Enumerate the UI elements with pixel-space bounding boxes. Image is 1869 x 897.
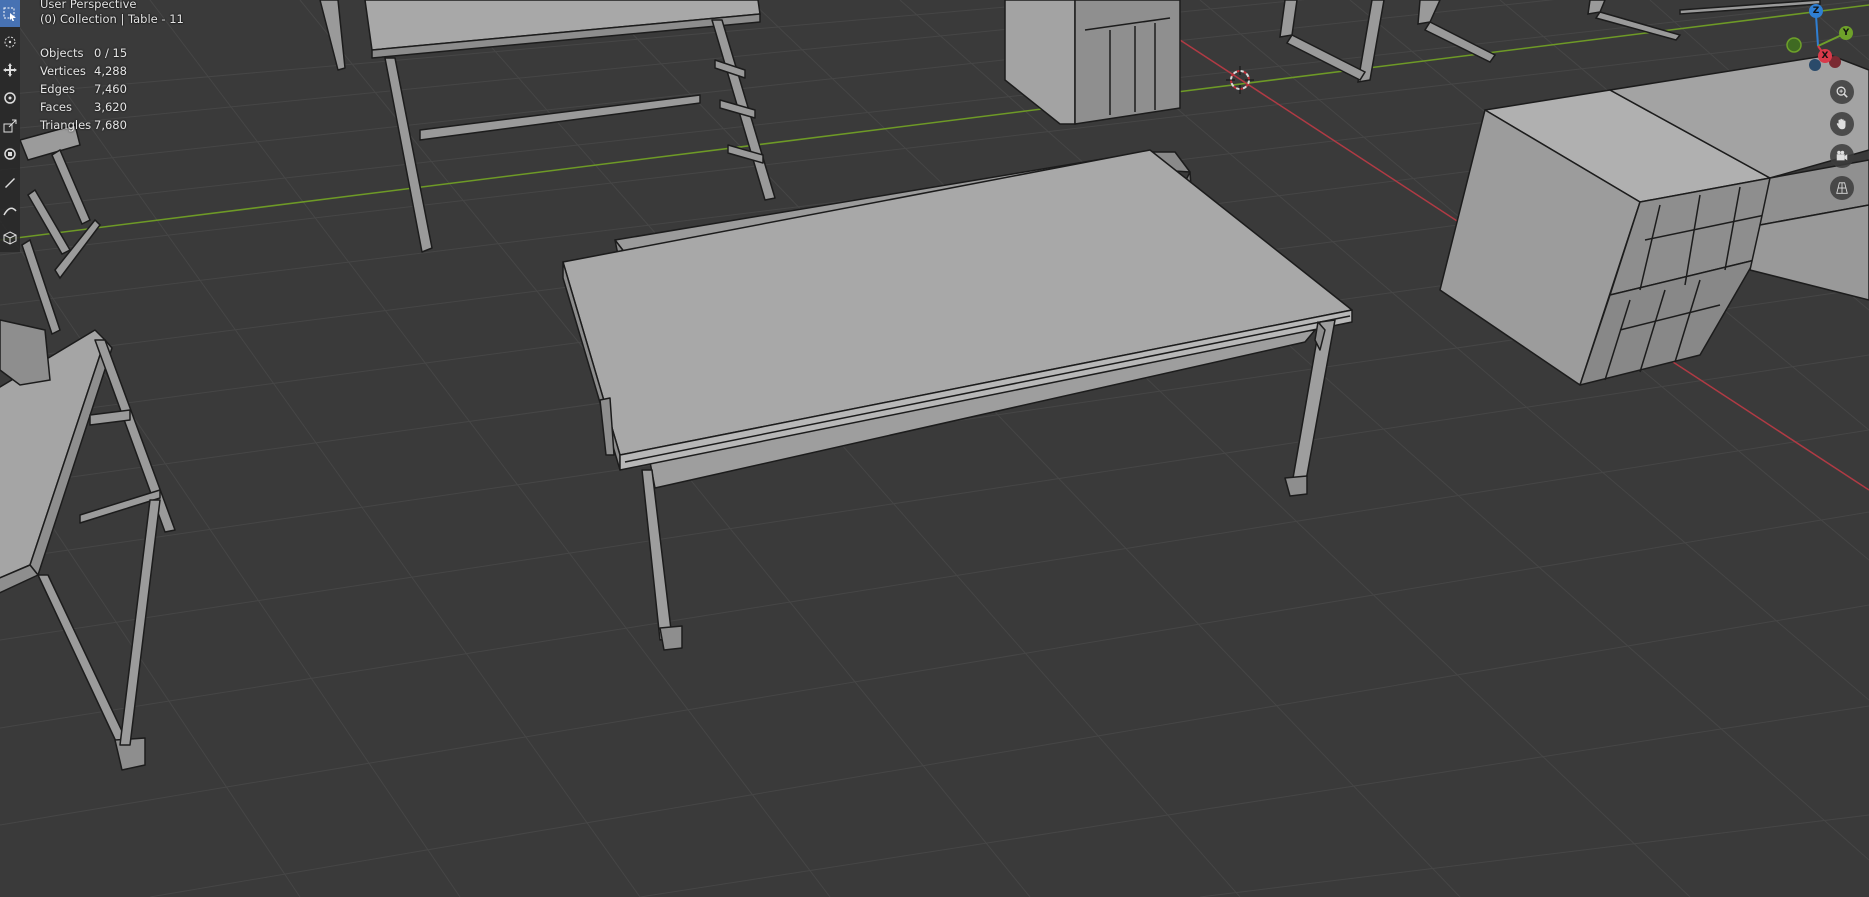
viewport-scene[interactable] [0, 0, 1869, 897]
measure-icon [3, 207, 17, 215]
toggle-perspective-button[interactable] [1830, 176, 1854, 200]
select-box-icon [3, 7, 16, 21]
cabinet-back-top [1004, 0, 1181, 125]
gizmo-z-axis[interactable]: Z [1809, 4, 1823, 18]
stat-label: Edges [40, 82, 75, 96]
gizmo-y-axis[interactable]: Y [1839, 26, 1853, 40]
select-box-tool[interactable] [0, 0, 20, 28]
stat-row-vertices: Vertices 4,288 [40, 62, 127, 80]
annotate-icon [5, 177, 15, 188]
measure-tool[interactable] [0, 196, 20, 224]
cursor-icon [4, 36, 16, 47]
cursor-tool[interactable] [0, 28, 20, 56]
zoom-button[interactable] [1830, 80, 1854, 104]
transform-icon [4, 147, 16, 160]
cabinet-right [1439, 54, 1869, 386]
grid-perspective-icon [1836, 182, 1848, 194]
gizmo-x-axis[interactable]: X [1818, 49, 1832, 63]
rotate-icon [4, 91, 16, 104]
annotate-tool[interactable] [0, 168, 20, 196]
view-mode-label: User Perspective [40, 0, 137, 11]
stat-value: 4,288 [94, 64, 127, 78]
navigation-buttons [1830, 80, 1854, 200]
stat-label: Vertices [40, 64, 86, 78]
stat-row-edges: Edges 7,460 [40, 80, 127, 98]
camera-icon [1836, 150, 1848, 161]
active-collection-label: (0) Collection | Table - 11 [40, 12, 184, 26]
move-tool[interactable] [0, 56, 20, 84]
stat-value: 0 / 15 [94, 46, 128, 60]
zoom-icon [1836, 86, 1848, 98]
add-cube-icon [3, 230, 17, 245]
transform-tool[interactable] [0, 140, 20, 168]
stat-label: Triangles [40, 118, 92, 132]
pan-button[interactable] [1830, 112, 1854, 136]
scale-tool[interactable] [0, 112, 20, 140]
stat-value: 7,460 [94, 82, 127, 96]
hand-pan-icon [1836, 118, 1846, 130]
navigation-gizmo[interactable]: Z Y X [1780, 4, 1860, 74]
scene-statistics: Objects 0 / 15 Vertices 4,288 Edges 7,46… [40, 44, 127, 134]
stat-row-objects: Objects 0 / 15 [40, 44, 127, 62]
scale-icon [3, 119, 17, 132]
stat-label: Objects [40, 46, 84, 60]
stat-row-faces: Faces 3,620 [40, 98, 127, 116]
stat-label: Faces [40, 100, 72, 114]
rotate-tool[interactable] [0, 84, 20, 112]
stat-row-triangles: Triangles 7,680 [40, 116, 127, 134]
tool-shelf [0, 0, 20, 325]
move-icon [3, 62, 17, 77]
stat-value: 3,620 [94, 100, 127, 114]
stat-value: 7,680 [94, 118, 127, 132]
camera-view-button[interactable] [1830, 144, 1854, 168]
3d-viewport[interactable]: User Perspective (0) Collection | Table … [0, 0, 1869, 897]
viewport-header: User Perspective (0) Collection | Table … [40, 0, 184, 27]
table-back-center [319, 0, 776, 253]
add-cube-tool[interactable] [0, 224, 20, 252]
